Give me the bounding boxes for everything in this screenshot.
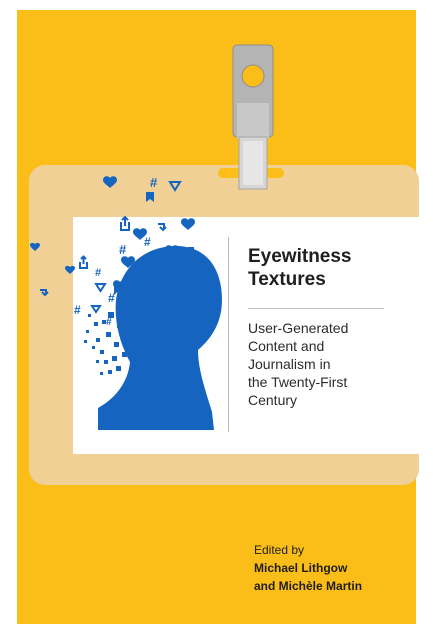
book-title: Eyewitness Textures <box>248 246 352 290</box>
book-subtitle: User-Generated Content and Journalism in… <box>248 320 349 408</box>
editor-name-2: and Michèle Martin <box>254 579 363 593</box>
insert-divider <box>228 237 229 432</box>
editor-credits: Edited by Michael Lithgow and Michèle Ma… <box>254 541 414 595</box>
editor-name-1: Michael Lithgow <box>254 561 348 575</box>
edited-by-label: Edited by <box>254 543 305 557</box>
title-rule <box>248 308 384 309</box>
badge-clip-icon <box>232 44 274 190</box>
